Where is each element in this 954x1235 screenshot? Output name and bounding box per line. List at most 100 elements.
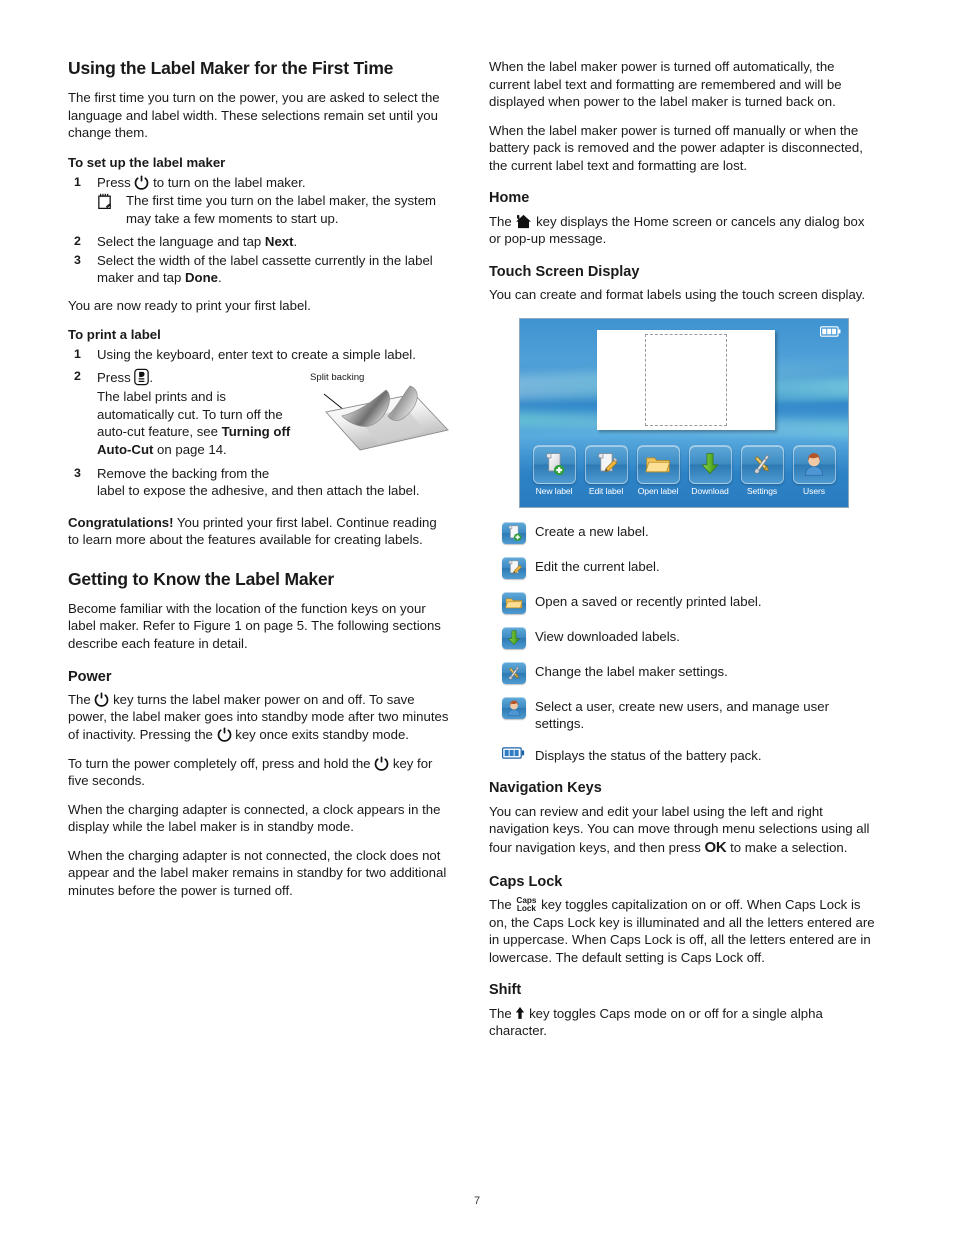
step-bold-term: Next: [264, 234, 294, 250]
setup-steps-list: 1 Press to turn on the label maker. The …: [68, 174, 450, 287]
print-result-post: on page 14.: [153, 442, 227, 458]
step-bold-term: Done: [184, 270, 218, 286]
edit-label-icon: [502, 556, 526, 579]
step-text-after: to turn on the label maker.: [153, 174, 306, 190]
settings-icon: [502, 661, 526, 684]
new-label-icon: [502, 521, 526, 544]
list-item: Edit the current label.: [489, 556, 879, 579]
split-backing-figure: Split backing: [302, 372, 450, 464]
label-text-area-dashed-border: [645, 333, 727, 426]
legend-icon-cell: [489, 661, 535, 684]
legend-icon-cell: [489, 521, 535, 544]
home-icon: [515, 214, 532, 229]
shift-text-b: key toggles Caps mode on or off for a si…: [489, 1005, 823, 1039]
caps-lock-key-icon: Caps Lock: [516, 896, 536, 914]
users-icon[interactable]: [792, 444, 836, 484]
step-text: Remove the backing from the label to exp…: [97, 465, 420, 499]
open-label-icon[interactable]: [636, 444, 680, 484]
list-item: Select a user, create new users, and man…: [489, 696, 879, 733]
setup-note: The first time you turn on the label mak…: [97, 192, 450, 227]
home-screen-dock: New label Edit label Open label Download…: [520, 444, 848, 507]
list-item: 2 Press . Split backing The label prints…: [68, 368, 450, 459]
power-manual-off-paragraph: When the label maker power is turned off…: [489, 122, 863, 173]
legend-text: Edit the current label.: [535, 558, 660, 574]
step-text-before: Select the width of the label cassette c…: [97, 252, 433, 286]
caps-text-a: The: [489, 897, 512, 913]
legend-icon-cell: [489, 745, 535, 764]
power-paragraph-4: When the charging adapter is not connect…: [68, 847, 447, 898]
open-label-icon: [502, 591, 526, 614]
home-paragraph: The key displays the Home screen or canc…: [489, 213, 879, 248]
edit-label-icon[interactable]: [584, 444, 628, 484]
dock-label: Open label: [637, 485, 679, 496]
settings-icon[interactable]: [740, 444, 784, 484]
list-item: 3 Remove the backing from the label to e…: [68, 465, 450, 500]
page-number: 7: [473, 1195, 481, 1207]
section-heading-first-time: Using the Label Maker for the First Time: [68, 58, 394, 78]
legend-text: Open a saved or recently printed label.: [535, 593, 762, 609]
subheading-home: Home: [489, 190, 530, 207]
list-item: Create a new label.: [489, 521, 879, 544]
power-auto-off-paragraph: When the label maker power is turned off…: [489, 59, 842, 110]
device-screen-figure: New label Edit label Open label Download…: [489, 317, 879, 508]
legend-icon-cell: [489, 626, 535, 649]
power-text-a: The: [68, 691, 91, 707]
power-paragraph-2: To turn the power completely off, press …: [68, 755, 450, 790]
step-number: 1: [74, 347, 81, 362]
dock-item-users[interactable]: Users: [791, 444, 838, 507]
right-column: When the label maker power is turned off…: [489, 58, 879, 1051]
congratulations-bold: Congratulations!: [68, 514, 174, 530]
dock-item-settings[interactable]: Settings: [739, 444, 786, 507]
ok-key-label: OK: [704, 838, 727, 856]
step-number: 1: [74, 174, 81, 189]
dock-label: Settings: [746, 485, 778, 496]
subheading-set-up: To set up the label maker: [68, 154, 226, 170]
step-number: 2: [74, 234, 81, 249]
two-column-layout: Using the Label Maker for the First Time…: [0, 58, 954, 1051]
list-item: Displays the status of the battery pack.: [489, 745, 879, 765]
subheading-print-label: To print a label: [68, 327, 161, 343]
legend-text: View downloaded labels.: [535, 628, 680, 644]
subheading-caps-lock: Caps Lock: [489, 873, 563, 890]
caps-key-line-2: Lock: [516, 904, 536, 914]
download-icon[interactable]: [688, 444, 732, 484]
label-preview-canvas[interactable]: [597, 329, 775, 430]
caps-lock-paragraph: The Caps Lock key toggles capitalization…: [489, 896, 879, 966]
users-icon: [502, 696, 526, 719]
touch-screen-paragraph: You can create and format labels using t…: [489, 287, 866, 303]
dock-item-open-label[interactable]: Open label: [635, 444, 682, 507]
legend-icon-cell: [489, 591, 535, 614]
step-text-before: Press: [97, 369, 131, 385]
intro-paragraph: The first time you turn on the power, yo…: [68, 90, 440, 141]
list-item: Change the label maker settings.: [489, 661, 879, 684]
getting-to-know-paragraph: Become familiar with the location of the…: [68, 600, 441, 651]
dock-item-new-label[interactable]: New label: [531, 444, 578, 507]
document-page: Using the Label Maker for the First Time…: [0, 0, 954, 1235]
new-label-icon[interactable]: [532, 444, 576, 484]
dock-item-download[interactable]: Download: [687, 444, 734, 507]
congratulations-paragraph: Congratulations! You printed your first …: [68, 514, 450, 549]
print-steps-list: 1 Using the keyboard, enter text to crea…: [68, 346, 450, 499]
power-paragraph-3: When the charging adapter is connected, …: [68, 801, 441, 835]
icon-legend-list: Create a new label. Edit the current lab…: [489, 521, 879, 765]
list-item: 1 Using the keyboard, enter text to crea…: [68, 346, 450, 364]
list-item: 3 Select the width of the label cassette…: [68, 252, 450, 287]
step-text: Using the keyboard, enter text to create…: [97, 347, 416, 363]
setup-note-text: The first time you turn on the label mak…: [126, 193, 437, 226]
power-icon: [94, 692, 109, 707]
print-icon: [134, 368, 150, 386]
step-text-after: .: [149, 369, 154, 385]
shift-arrow-icon: [515, 1006, 525, 1020]
subheading-navigation-keys: Navigation Keys: [489, 780, 602, 797]
legend-text: Displays the status of the battery pack.: [535, 747, 762, 763]
dock-label: Download: [691, 485, 729, 496]
ready-to-print-text: You are now ready to print your first la…: [68, 297, 311, 313]
figure-caption: Split backing: [310, 371, 365, 383]
list-item: 1 Press to turn on the label maker. The …: [68, 174, 450, 228]
step-text-before: Select the language and tap: [97, 234, 262, 250]
touch-screen-display: New label Edit label Open label Download…: [519, 317, 849, 508]
dock-label: New label: [535, 485, 573, 496]
dock-item-edit-label[interactable]: Edit label: [583, 444, 630, 507]
subheading-touch-screen: Touch Screen Display: [489, 263, 640, 280]
left-column: Using the Label Maker for the First Time…: [68, 58, 450, 1051]
